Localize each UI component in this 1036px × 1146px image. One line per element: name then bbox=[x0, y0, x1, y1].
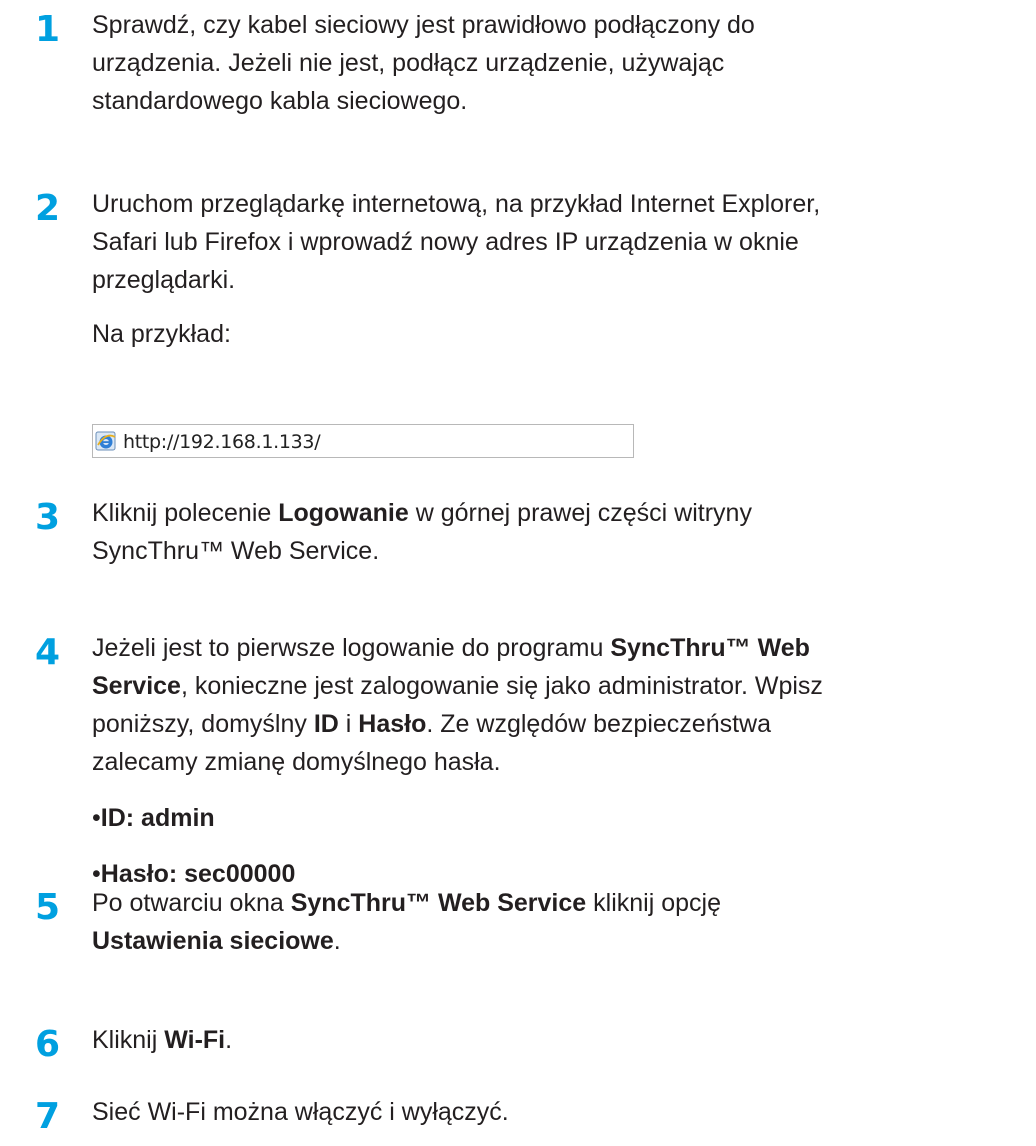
step-text: Kliknij polecenie Logowanie w górnej pra… bbox=[92, 494, 1032, 570]
bold-term: Logowanie bbox=[278, 499, 409, 527]
step-text: Uruchom przeglądarkę internetową, na prz… bbox=[92, 185, 1032, 353]
text-span: i bbox=[338, 710, 359, 738]
text-span: . bbox=[225, 1026, 233, 1054]
bullet-item: •ID: admin bbox=[92, 799, 1032, 837]
bold-term: SyncThru™ Web bbox=[610, 634, 810, 662]
step-text: Sprawdź, czy kabel sieciowy jest prawidł… bbox=[92, 6, 1032, 120]
text-span: poniższy, domyślny bbox=[92, 710, 314, 738]
url-text: http://192.168.1.133/ bbox=[123, 431, 321, 453]
step-number: 3 bbox=[35, 497, 61, 538]
bold-term: Hasło bbox=[358, 710, 427, 738]
step-number: 5 bbox=[35, 887, 61, 928]
text-span: , konieczne jest zalogowanie się jako ad… bbox=[180, 672, 823, 700]
text-line: standardowego kabla sieciowego. bbox=[92, 87, 468, 115]
step-number: 2 bbox=[35, 188, 61, 229]
text-line: urządzenia. Jeżeli nie jest, podłącz urz… bbox=[92, 49, 725, 77]
step-text: Jeżeli jest to pierwsze logowanie do pro… bbox=[92, 629, 1032, 893]
text-span: . bbox=[333, 927, 341, 955]
step-number: 1 bbox=[35, 9, 61, 50]
example-label: Na przykład: bbox=[92, 320, 231, 348]
text-line: Kliknij polecenie Logowanie w górnej pra… bbox=[92, 494, 1032, 532]
step-text: Kliknij Wi-Fi. bbox=[92, 1021, 1032, 1059]
text-line: Sieć Wi-Fi można włączyć i wyłączyć. bbox=[92, 1098, 509, 1126]
text-line: Ustawienia sieciowe. bbox=[92, 922, 1032, 960]
text-span: Kliknij bbox=[92, 1026, 165, 1054]
step-number: 4 bbox=[35, 632, 61, 673]
bold-term: ID bbox=[313, 710, 339, 738]
text-line: przeglądarki. bbox=[92, 266, 236, 294]
text-line: Kliknij Wi-Fi. bbox=[92, 1021, 1032, 1059]
internet-explorer-icon bbox=[95, 431, 116, 451]
bullet-text: ID: admin bbox=[100, 804, 215, 832]
bullet-glyph: • bbox=[92, 804, 101, 832]
step-text: Po otwarciu okna SyncThru™ Web Service k… bbox=[92, 884, 1032, 960]
step-number: 7 bbox=[35, 1096, 61, 1137]
text-line: Uruchom przeglądarkę internetową, na prz… bbox=[92, 190, 821, 218]
text-span: Jeżeli jest to pierwsze logowanie do pro… bbox=[92, 634, 611, 662]
bold-term: Ustawienia sieciowe bbox=[92, 927, 334, 955]
text-line: SyncThru™ Web Service. bbox=[92, 537, 380, 565]
text-span: w górnej prawej części witryny bbox=[408, 499, 752, 527]
bold-term: Service bbox=[92, 672, 181, 700]
text-span: Po otwarciu okna bbox=[92, 889, 291, 917]
text-line: Jeżeli jest to pierwsze logowanie do pro… bbox=[92, 629, 1032, 667]
text-line: Service, konieczne jest zalogowanie się … bbox=[92, 667, 1032, 705]
text-span: . Ze względów bezpieczeństwa bbox=[426, 710, 772, 738]
text-line: Sprawdź, czy kabel sieciowy jest prawidł… bbox=[92, 11, 755, 39]
text-line: poniższy, domyślny ID i Hasło. Ze względ… bbox=[92, 705, 1032, 743]
bold-term: Wi-Fi bbox=[164, 1026, 226, 1054]
step-number: 6 bbox=[35, 1024, 61, 1065]
bold-term: SyncThru™ Web Service bbox=[290, 889, 587, 917]
text-line: zalecamy zmianę domyślnego hasła. bbox=[92, 748, 501, 776]
text-line: Safari lub Firefox i wprowadź nowy adres… bbox=[92, 228, 799, 256]
text-span: kliknij opcję bbox=[586, 889, 721, 917]
address-bar: http://192.168.1.133/ bbox=[92, 424, 634, 458]
text-line: Po otwarciu okna SyncThru™ Web Service k… bbox=[92, 884, 1032, 922]
text-span: Kliknij polecenie bbox=[92, 499, 279, 527]
step-text: Sieć Wi-Fi można włączyć i wyłączyć. bbox=[92, 1093, 1032, 1131]
